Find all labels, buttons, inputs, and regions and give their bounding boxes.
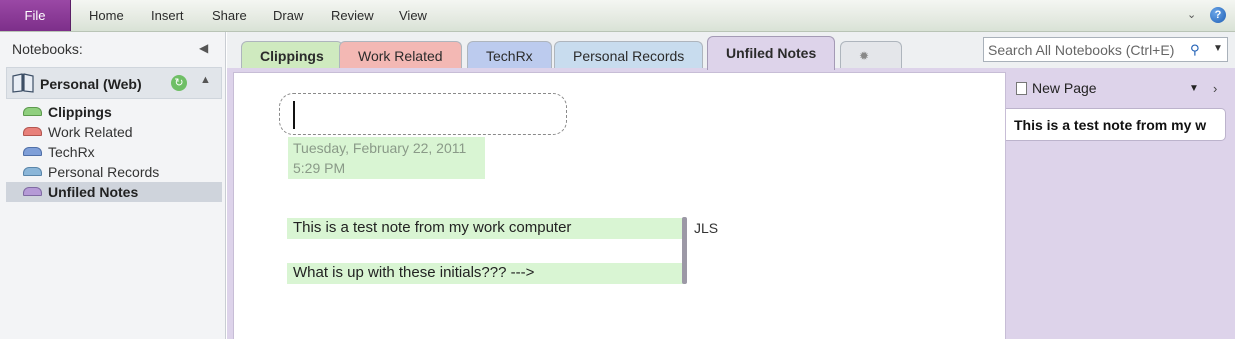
page-date: Tuesday, February 22, 2011: [293, 140, 467, 156]
search-box[interactable]: ⚲ ▼: [983, 37, 1228, 62]
page-list-pane: New Page ▼ › This is a test note from my…: [1006, 68, 1235, 339]
sync-icon[interactable]: ↻: [171, 75, 187, 91]
section-label: Personal Records: [48, 164, 160, 180]
page-time: 5:29 PM: [293, 160, 346, 176]
author-bracket: [682, 217, 687, 284]
section-tab-icon: [23, 127, 42, 136]
sidebar-section-clippings[interactable]: Clippings: [6, 102, 222, 122]
page-list-item[interactable]: This is a test note from my w: [1006, 108, 1226, 141]
page-list-dropdown-icon[interactable]: ▼: [1189, 83, 1199, 94]
author-initials: JLS: [694, 220, 719, 236]
section-tab-icon: [23, 107, 42, 116]
notebook-icon: [12, 73, 34, 93]
search-icon[interactable]: ⚲: [1190, 42, 1200, 58]
note-line[interactable]: This is a test note from my work compute…: [287, 218, 683, 239]
section-label: TechRx: [48, 144, 95, 160]
tab-clippings[interactable]: Clippings: [241, 41, 343, 69]
section-tab-icon: [23, 187, 42, 196]
notebook-name: Personal (Web): [40, 76, 142, 92]
sidebar-section-unfiled-notes[interactable]: Unfiled Notes: [6, 182, 222, 202]
sidebar-section-techrx[interactable]: TechRx: [6, 142, 222, 162]
section-label: Work Related: [48, 124, 133, 140]
notebook-navigation-pane: Notebooks: ◀ Personal (Web) ↻ ▲ Clipping…: [0, 32, 226, 339]
tab-techrx[interactable]: TechRx: [467, 41, 552, 69]
text-cursor: [293, 101, 295, 129]
help-icon[interactable]: ?: [1210, 7, 1226, 23]
notebooks-header: Notebooks:: [12, 41, 83, 57]
section-label: Clippings: [48, 104, 112, 120]
tab-insert[interactable]: Insert: [151, 0, 184, 31]
note-line-text: What is up with these initials??? --->: [293, 264, 535, 281]
section-tab-icon: [23, 147, 42, 156]
page-title-field[interactable]: [279, 93, 567, 135]
tab-draw[interactable]: Draw: [273, 0, 303, 31]
minimize-ribbon-icon[interactable]: ⌄: [1187, 8, 1196, 21]
new-section-icon: ✹: [859, 49, 870, 63]
file-tab[interactable]: File: [0, 0, 71, 31]
new-page-button[interactable]: New Page: [1016, 80, 1097, 96]
sidebar-section-personal-records[interactable]: Personal Records: [6, 162, 222, 182]
chevron-right-icon[interactable]: ›: [1213, 81, 1217, 96]
collapse-nav-icon[interactable]: ◀: [199, 41, 208, 55]
tab-share[interactable]: Share: [212, 0, 247, 31]
tab-review[interactable]: Review: [331, 0, 374, 31]
new-page-label: New Page: [1032, 80, 1097, 96]
tab-personal-records[interactable]: Personal Records: [554, 41, 704, 69]
tab-view[interactable]: View: [399, 0, 427, 31]
tab-unfiled-notes[interactable]: Unfiled Notes: [707, 36, 836, 70]
page-date-block: Tuesday, February 22, 2011 5:29 PM: [288, 137, 485, 179]
note-line[interactable]: What is up with these initials??? --->: [287, 263, 683, 284]
ribbon: File Home Insert Share Draw Review View …: [0, 0, 1235, 32]
search-input[interactable]: [984, 38, 1184, 61]
section-tab-icon: [23, 167, 42, 176]
section-label: Unfiled Notes: [48, 184, 139, 200]
new-section-tab[interactable]: ✹: [840, 41, 902, 69]
note-line-text: This is a test note from my work compute…: [293, 219, 572, 236]
new-page-icon: [1016, 82, 1027, 95]
chevron-up-icon[interactable]: ▲: [200, 74, 211, 86]
tab-work-related[interactable]: Work Related: [339, 41, 462, 69]
tab-home[interactable]: Home: [89, 0, 124, 31]
notebook-personal-web[interactable]: Personal (Web) ↻ ▲: [6, 67, 222, 99]
sidebar-section-work-related[interactable]: Work Related: [6, 122, 222, 142]
search-scope-dropdown-icon[interactable]: ▼: [1213, 43, 1223, 54]
page-list-item-title: This is a test note from my w: [1014, 117, 1207, 133]
